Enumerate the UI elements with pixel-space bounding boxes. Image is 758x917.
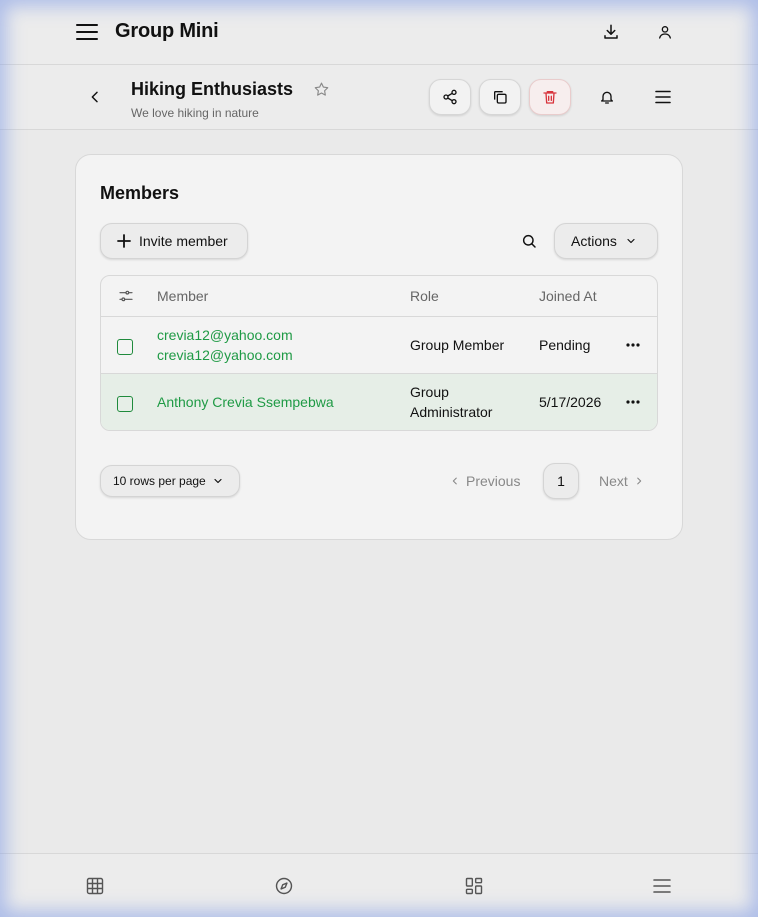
more-icon[interactable]: [621, 392, 645, 412]
search-icon[interactable]: [517, 229, 541, 253]
more-icon[interactable]: [621, 335, 645, 355]
members-table: Member Role Joined At crevia12@yahoo.com…: [100, 275, 658, 431]
star-icon[interactable]: [311, 79, 331, 99]
copy-icon: [492, 89, 508, 105]
role-line: Administrator: [410, 404, 493, 420]
table-icon[interactable]: [84, 875, 106, 897]
member-name: crevia12@yahoo.com: [157, 347, 293, 363]
column-settings-icon[interactable]: [117, 287, 135, 305]
invite-member-label: Invite member: [139, 233, 228, 249]
bottom-nav: [0, 853, 758, 917]
member-email: crevia12@yahoo.com: [157, 327, 293, 343]
plus-icon: [117, 234, 139, 248]
actions-button[interactable]: Actions: [554, 223, 658, 259]
rows-per-page-label: 10 rows per page: [113, 474, 206, 488]
member-cell[interactable]: Anthony Crevia Ssempebwa: [157, 392, 334, 412]
chevron-left-icon: [450, 475, 466, 487]
chevron-down-icon: [206, 475, 224, 487]
joined-cell: Pending: [539, 337, 591, 353]
bell-icon[interactable]: [595, 85, 619, 109]
hamburger-icon[interactable]: [76, 20, 98, 44]
previous-label: Previous: [466, 473, 521, 489]
top-bar: Group Mini: [0, 0, 758, 65]
rows-per-page-select[interactable]: 10 rows per page: [100, 465, 240, 497]
table-header: Member Role Joined At: [101, 276, 657, 317]
share-icon: [442, 89, 458, 105]
row-checkbox[interactable]: [117, 339, 133, 355]
group-name: Hiking Enthusiasts: [131, 79, 294, 99]
app-title: Group Mini: [115, 20, 219, 42]
role-cell: Group Member: [410, 337, 505, 353]
role-cell: Group Administrator: [410, 382, 492, 422]
share-button[interactable]: [429, 79, 471, 115]
delete-button[interactable]: [529, 79, 571, 115]
page-number-current[interactable]: 1: [543, 463, 579, 499]
user-icon[interactable]: [653, 20, 677, 44]
column-header-joined[interactable]: Joined At: [539, 288, 597, 304]
trash-icon: [542, 89, 558, 105]
actions-label: Actions: [571, 233, 617, 249]
copy-button[interactable]: [479, 79, 521, 115]
invite-member-button[interactable]: Invite member: [100, 223, 248, 259]
group-header: Hiking Enthusiasts We love hiking in nat…: [0, 65, 758, 130]
table-row: Anthony Crevia Ssempebwa Group Administr…: [101, 374, 657, 430]
back-icon[interactable]: [84, 85, 106, 109]
table-row: crevia12@yahoo.com crevia12@yahoo.com Gr…: [101, 317, 657, 374]
previous-page-button[interactable]: Previous: [450, 473, 520, 489]
role-line: Group: [410, 384, 449, 400]
compass-icon[interactable]: [273, 875, 295, 897]
next-label: Next: [599, 473, 628, 489]
dashboard-icon[interactable]: [463, 875, 485, 897]
members-card: Members Invite member Actions Member Rol…: [75, 154, 683, 540]
group-description: We love hiking in nature: [131, 106, 259, 120]
next-page-button[interactable]: Next: [599, 473, 644, 489]
member-cell[interactable]: crevia12@yahoo.com crevia12@yahoo.com: [157, 325, 293, 365]
joined-cell: 5/17/2026: [539, 394, 602, 410]
download-icon[interactable]: [599, 20, 623, 44]
column-header-role[interactable]: Role: [410, 288, 439, 304]
members-title: Members: [100, 183, 180, 203]
chevron-down-icon: [617, 235, 637, 247]
row-checkbox[interactable]: [117, 396, 133, 412]
menu-icon[interactable]: [651, 875, 673, 897]
menu-icon[interactable]: [651, 85, 675, 109]
column-header-member[interactable]: Member: [157, 288, 208, 304]
chevron-right-icon: [628, 475, 644, 487]
